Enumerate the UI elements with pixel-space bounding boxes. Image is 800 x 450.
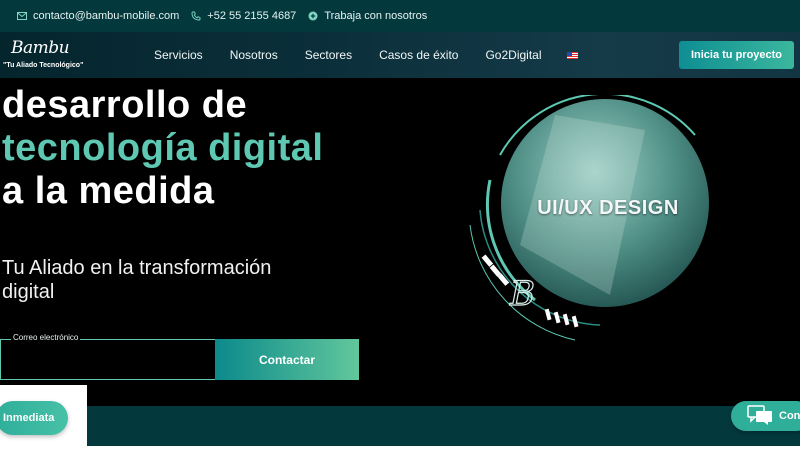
nav-item-servicios[interactable]: Servicios [154,48,203,62]
logo-tagline: "Tu Aliado Tecnológico" [3,62,84,69]
main-navbar: Bambu "Tu Aliado Tecnológico" Servicios … [0,32,800,78]
mail-icon [17,12,27,20]
topbar-jobs[interactable]: Trabaja con nosotros [308,10,427,22]
contact-button[interactable]: Contactar [215,339,359,380]
email-input[interactable] [1,340,215,379]
hero-section: desarrollo de tecnología digital a la me… [0,78,800,406]
visual-label: UI/UX DESIGN [537,197,679,219]
start-project-button[interactable]: Inicia tu proyecto [679,41,794,69]
topbar-phone-text: +52 55 2155 4687 [207,10,297,22]
topbar-email-text: contacto@bambu-mobile.com [33,10,180,22]
immediate-contact-button[interactable]: Inmediata [0,401,68,435]
circle-plus-icon [308,11,318,21]
bottom-band [0,406,800,446]
svg-text:B: B [509,274,535,314]
hero-title-line-3: a la medida [2,170,215,212]
phone-icon [191,11,201,21]
design-circle-graphic: B [469,95,709,341]
chat-button[interactable]: Con [731,401,800,431]
page: contacto@bambu-mobile.com +52 55 2155 46… [0,0,800,450]
hero-title-line-1: desarrollo de [2,84,248,126]
nav-item-go2digital[interactable]: Go2Digital [485,48,541,62]
nav-links: Servicios Nosotros Sectores Casos de éxi… [154,32,608,78]
us-flag-icon [566,52,578,59]
bottom-strip [0,446,800,450]
nav-item-nosotros[interactable]: Nosotros [230,48,278,62]
topbar-email[interactable]: contacto@bambu-mobile.com [17,10,179,22]
hero-title-line-2: tecnología digital [2,127,324,169]
brand-logo[interactable]: Bambu "Tu Aliado Tecnológico" [3,38,83,72]
chat-icon [747,404,773,428]
hero-subtitle: Tu Aliado en la transformación digital [2,257,272,303]
logo-script: Bambu [11,38,70,58]
hero-visual: B UI/UX DESIGN [460,95,710,345]
nav-item-sectores[interactable]: Sectores [305,48,352,62]
nav-item-casos-de-exito[interactable]: Casos de éxito [379,48,458,62]
email-field[interactable]: Correo electrónico [0,333,215,380]
topbar-jobs-text: Trabaja con nosotros [324,10,428,22]
topbar-phone[interactable]: +52 55 2155 4687 [191,10,296,22]
chat-button-label: Con [779,410,800,422]
top-contact-bar: contacto@bambu-mobile.com +52 55 2155 46… [0,0,800,32]
